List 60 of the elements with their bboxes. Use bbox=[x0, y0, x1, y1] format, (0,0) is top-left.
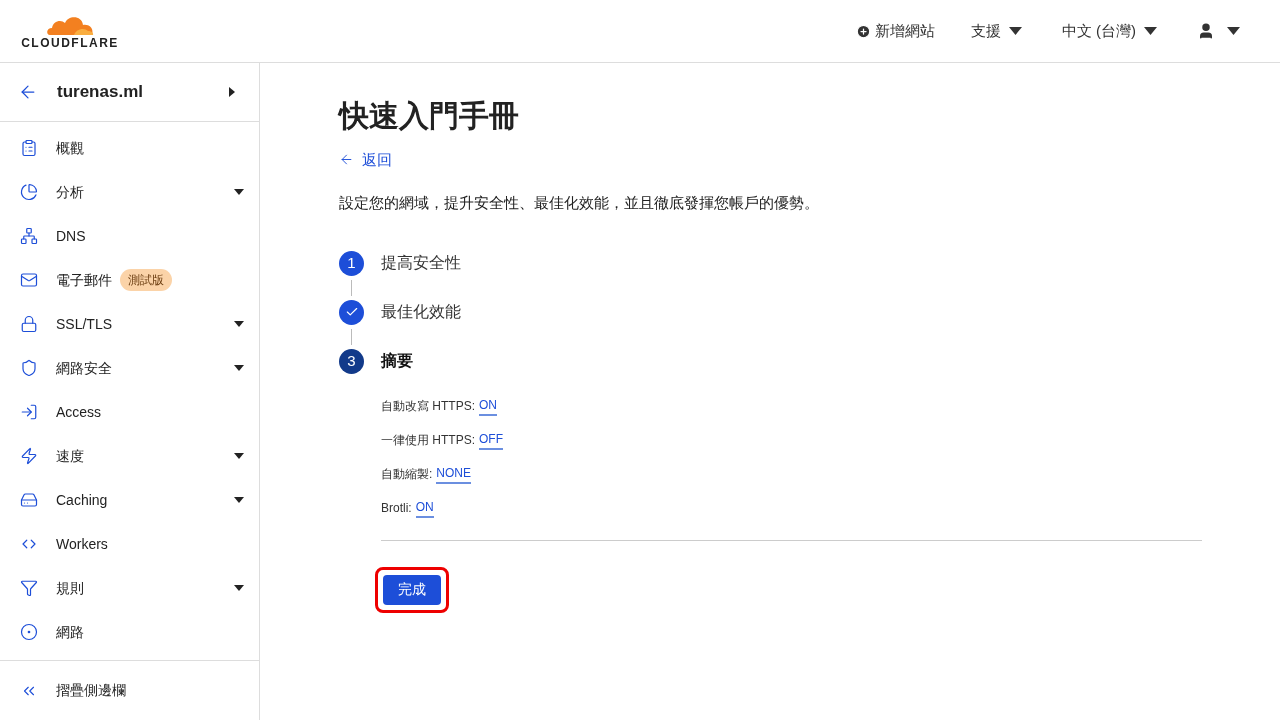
setting-label: Brotli: bbox=[381, 499, 412, 517]
setting-value-link[interactable]: ON bbox=[479, 395, 497, 416]
page-title: 快速入門手冊 bbox=[339, 98, 520, 134]
step-label: 提高安全性 bbox=[381, 253, 461, 274]
account-menu[interactable] bbox=[1197, 22, 1240, 40]
step-label: 摘要 bbox=[381, 351, 413, 372]
caret-icon bbox=[1227, 27, 1240, 35]
network-icon bbox=[20, 227, 38, 245]
language-menu[interactable]: 中文 (台灣) bbox=[1061, 19, 1157, 43]
beta-badge: 測試版 bbox=[120, 269, 172, 291]
finish-button[interactable]: 完成 bbox=[383, 574, 441, 605]
caret-icon bbox=[234, 365, 244, 371]
caret-icon bbox=[229, 87, 235, 97]
sidebar-item[interactable]: 速度 bbox=[0, 434, 259, 478]
caret-icon bbox=[234, 321, 244, 327]
domain-name[interactable]: turenas.ml bbox=[57, 79, 227, 105]
sidebar-item[interactable]: Workers bbox=[0, 522, 259, 566]
step-marker: 1 bbox=[339, 250, 364, 276]
mail-icon bbox=[20, 271, 38, 289]
user-icon bbox=[1197, 22, 1215, 40]
step-label: 最佳化效能 bbox=[381, 302, 461, 323]
sidebar-item[interactable]: DNS bbox=[0, 214, 259, 258]
server-icon bbox=[20, 491, 38, 509]
sidebar-item[interactable]: 網路安全 bbox=[0, 346, 259, 390]
target-icon bbox=[20, 623, 38, 641]
setting-label: 自動改寫 HTTPS: bbox=[381, 397, 475, 415]
lightning-icon bbox=[20, 447, 38, 465]
intro-text: 設定您的網域，提升安全性、最佳化效能，並且徹底發揮您帳戶的優勢。 bbox=[339, 193, 820, 214]
shield-icon bbox=[20, 359, 38, 377]
setting-label: 自動縮製: bbox=[381, 465, 433, 483]
setting-value-link[interactable]: ON bbox=[415, 497, 434, 518]
setting-label: 一律使用 HTTPS: bbox=[381, 431, 475, 449]
caret-icon bbox=[234, 453, 244, 459]
setting-value-link[interactable]: NONE bbox=[436, 463, 471, 484]
step-marker: 3 bbox=[339, 348, 364, 374]
sidebar-item[interactable]: 網路 bbox=[0, 610, 259, 654]
caret-icon bbox=[234, 497, 244, 503]
sidebar-item[interactable]: 規則 bbox=[0, 566, 259, 610]
setting-value-link[interactable]: OFF bbox=[479, 429, 503, 450]
clipboard-icon bbox=[20, 139, 38, 157]
caret-icon bbox=[234, 189, 244, 195]
sidebar-item[interactable]: Caching bbox=[0, 478, 259, 522]
login-icon bbox=[20, 403, 38, 421]
sidebar-item[interactable]: 分析 bbox=[0, 170, 259, 214]
logo-text: CLOUDFLARE bbox=[21, 37, 119, 49]
caret-icon bbox=[1008, 27, 1022, 35]
sidebar-item[interactable]: 電子郵件 測試版 bbox=[0, 258, 259, 302]
pie-chart-icon bbox=[20, 183, 38, 201]
filter-icon bbox=[20, 579, 38, 597]
sidebar-item[interactable]: Access bbox=[0, 390, 259, 434]
plus-icon bbox=[855, 23, 871, 39]
sidebar-item[interactable]: 概觀 bbox=[0, 126, 259, 170]
add-site-button[interactable]: 新增網站 bbox=[855, 19, 935, 43]
back-link[interactable]: 返回 bbox=[339, 148, 392, 171]
sidebar-item[interactable]: SSL/TLS bbox=[0, 302, 259, 346]
caret-icon bbox=[1144, 27, 1157, 35]
collapse-sidebar-button[interactable]: 摺疊側邊欄 bbox=[0, 660, 259, 720]
lock-icon bbox=[20, 315, 38, 333]
support-menu[interactable]: 支援 bbox=[970, 19, 1022, 43]
caret-icon bbox=[234, 585, 244, 591]
